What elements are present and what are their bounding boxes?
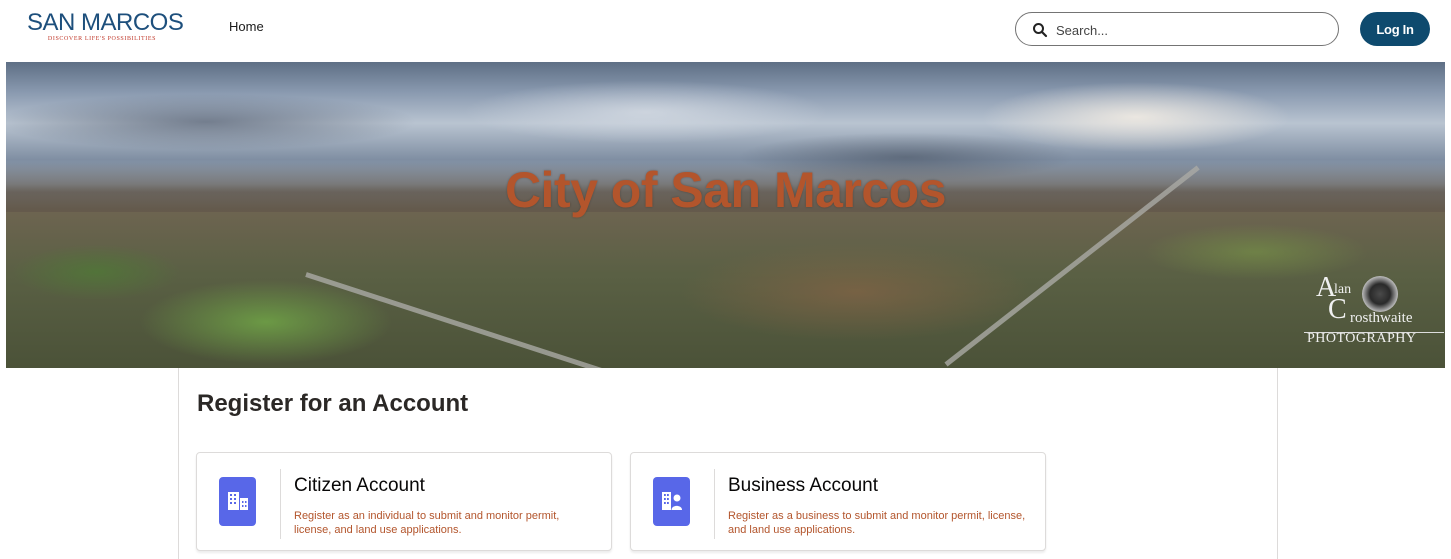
business-account-card[interactable]: Business Account Register as a business … — [630, 452, 1046, 551]
login-button[interactable]: Log In — [1360, 12, 1430, 46]
logo-tagline: DISCOVER LIFE'S POSSIBILITIES — [47, 36, 157, 42]
hero-city-landscape — [6, 212, 1445, 368]
search-box[interactable] — [1015, 12, 1339, 46]
camera-lens-icon — [1362, 276, 1398, 312]
site-header: SAN MARCOS DISCOVER LIFE'S POSSIBILITIES… — [0, 0, 1451, 60]
citizen-account-description: Register as an individual to submit and … — [294, 510, 560, 536]
hero-banner: City of San Marcos A lan C rosthwaite PH… — [6, 62, 1445, 368]
business-person-icon — [653, 477, 690, 526]
card-divider — [714, 469, 715, 539]
citizen-account-card[interactable]: Citizen Account Register as an individua… — [196, 452, 612, 551]
building-icon — [219, 477, 256, 526]
search-input[interactable] — [1056, 19, 1326, 41]
business-account-description: Register as a business to submit and mon… — [728, 510, 1026, 536]
watermark-photography: PHOTOGRAPHY — [1307, 331, 1417, 346]
search-icon — [1032, 22, 1048, 38]
watermark-c: C — [1328, 294, 1347, 325]
citizen-account-title[interactable]: Citizen Account — [294, 475, 425, 497]
card-divider — [280, 469, 281, 539]
hero-title: City of San Marcos — [504, 162, 947, 218]
business-account-title[interactable]: Business Account — [728, 475, 878, 497]
register-panel: Register for an Account Citizen Account … — [178, 368, 1278, 559]
photographer-watermark: A lan C rosthwaite PHOTOGRAPHY — [1304, 272, 1444, 362]
nav-home-link[interactable]: Home — [229, 19, 264, 34]
logo-text: SAN MARCOS — [27, 9, 184, 36]
page-title: Register for an Account — [197, 390, 469, 417]
watermark-rosthwaite: rosthwaite — [1350, 310, 1413, 326]
site-logo[interactable]: SAN MARCOS DISCOVER LIFE'S POSSIBILITIES — [27, 10, 187, 50]
